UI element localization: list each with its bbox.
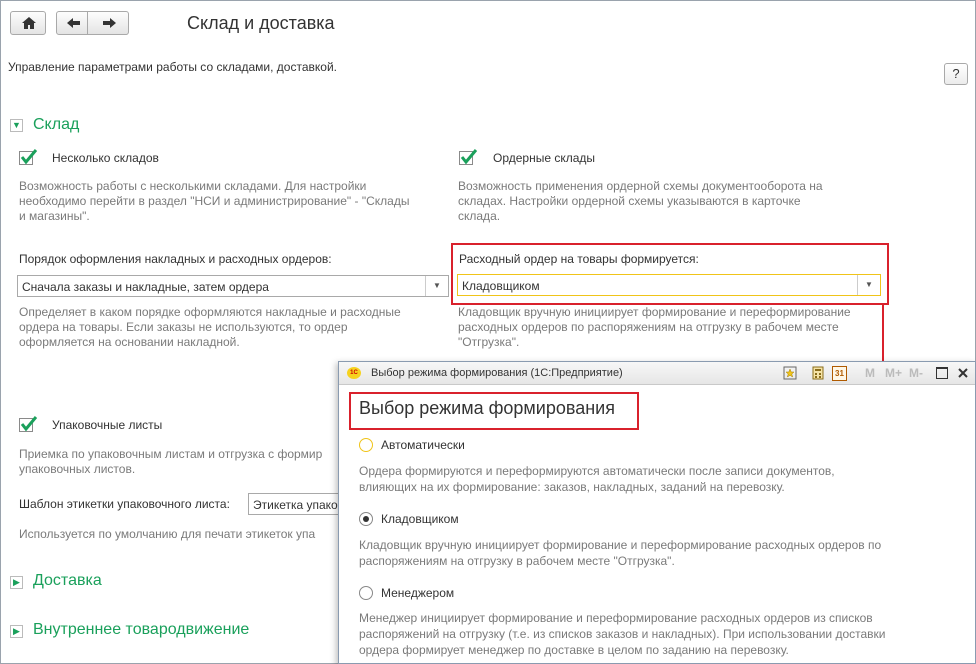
memory-button[interactable]: M [865, 366, 875, 380]
memory-plus-button[interactable]: M+ [885, 366, 902, 380]
dialog-window-title: Выбор режима формирования (1С:Предприяти… [371, 367, 623, 379]
home-button[interactable] [10, 11, 46, 35]
option-manager-radio[interactable] [359, 586, 373, 600]
order-warehouses-hint: Возможность применения ордерной схемы до… [458, 179, 823, 223]
order-warehouses-checkbox[interactable] [459, 149, 478, 165]
option-manager-hint: Менеджер инициирует формирование и переф… [359, 611, 886, 657]
invoice-order-select[interactable]: Сначала заказы и накладные, затем ордера… [17, 275, 449, 297]
packing-lists-checkbox[interactable] [19, 416, 38, 432]
maximize-button[interactable] [936, 367, 948, 379]
delivery-section-toggle[interactable]: ▶ [10, 576, 23, 589]
mode-selection-dialog: 1С Выбор режима формирования (1С:Предпри… [338, 361, 976, 664]
internal-section-toggle[interactable]: ▶ [10, 625, 23, 638]
option-storekeeper-label[interactable]: Кладовщиком [381, 512, 459, 526]
checkmark-icon [20, 149, 38, 165]
option-manager-label[interactable]: Менеджером [381, 586, 454, 600]
order-warehouses-label[interactable]: Ордерные склады [493, 151, 595, 165]
page-title: Склад и доставка [187, 13, 335, 33]
multi-warehouses-label[interactable]: Несколько складов [52, 151, 159, 165]
calculator-icon[interactable] [811, 366, 825, 380]
memory-minus-button[interactable]: M- [909, 366, 923, 380]
page-subtitle: Управление параметрами работы со складам… [8, 60, 337, 74]
option-auto-radio[interactable] [359, 438, 373, 452]
multi-warehouses-hint: Возможность работы с несколькими складам… [19, 179, 410, 223]
chevron-down-icon: ▼ [433, 281, 441, 290]
1c-logo-icon: 1С [347, 367, 361, 379]
multi-warehouses-checkbox[interactable] [19, 149, 38, 165]
favorite-icon[interactable] [783, 366, 797, 380]
expense-order-hint: Кладовщик вручную инициирует формировани… [458, 305, 851, 349]
label-template-label: Шаблон этикетки упаковочного листа: [19, 497, 230, 511]
calendar-icon[interactable]: 31 [832, 366, 847, 381]
invoice-order-value: Сначала заказы и накладные, затем ордера [22, 280, 269, 294]
label-template-hint: Используется по умолчанию для печати эти… [19, 527, 316, 541]
option-storekeeper-hint: Кладовщик вручную инициирует формировани… [359, 538, 882, 568]
expense-order-highlight [451, 243, 889, 305]
chevron-right-icon: ▶ [13, 626, 20, 636]
option-auto-label[interactable]: Автоматически [381, 438, 465, 452]
checkmark-icon [20, 416, 38, 432]
option-storekeeper-radio[interactable] [359, 512, 373, 526]
internal-section-title[interactable]: Внутреннее товародвижение [33, 621, 249, 639]
invoice-order-hint: Определяет в каком порядке оформляются н… [19, 305, 401, 349]
packing-lists-hint: Приемка по упаковочным листам и отгрузка… [19, 447, 323, 476]
label-template-value: Этикетка упаков [253, 498, 345, 512]
close-icon[interactable] [957, 367, 969, 379]
invoice-order-label: Порядок оформления накладных и расходных… [19, 252, 332, 266]
help-button[interactable]: ? [944, 63, 968, 85]
arrow-left-icon [67, 18, 80, 28]
home-icon [22, 17, 36, 29]
dialog-heading-highlight [349, 392, 639, 430]
dialog-titlebar: 1С Выбор режима формирования (1С:Предпри… [339, 362, 975, 385]
delivery-section-title[interactable]: Доставка [33, 572, 102, 590]
calendar-day-label: 31 [835, 369, 844, 378]
chevron-down-icon: ▼ [12, 120, 21, 130]
chevron-right-icon: ▶ [13, 577, 20, 587]
option-auto-hint: Ордера формируются и переформируются авт… [359, 464, 835, 494]
checkmark-icon [460, 149, 478, 165]
back-button[interactable] [56, 11, 88, 35]
warehouse-section-toggle[interactable]: ▼ [10, 119, 23, 132]
packing-lists-label[interactable]: Упаковочные листы [52, 418, 162, 432]
radio-selected-dot [363, 516, 369, 522]
forward-button[interactable] [87, 11, 129, 35]
arrow-right-icon [103, 18, 116, 28]
invoice-order-dropdown-button[interactable]: ▼ [425, 276, 448, 296]
warehouse-section-title[interactable]: Склад [33, 116, 79, 134]
